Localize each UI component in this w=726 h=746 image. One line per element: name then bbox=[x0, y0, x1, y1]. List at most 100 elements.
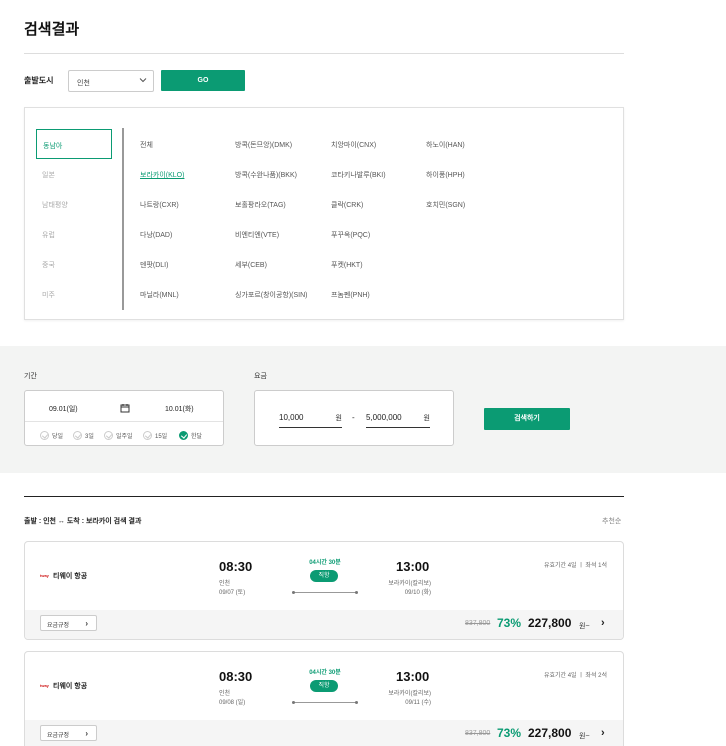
arrival-city: 보라카이(칼리보) bbox=[388, 691, 431, 697]
direct-badge: 직항 bbox=[310, 680, 338, 692]
destination-link[interactable]: 푸켓(HKT) bbox=[331, 260, 363, 270]
sale-price: 227,800 bbox=[528, 726, 572, 740]
flight-card[interactable]: tway 티웨이 항공 08:30 인천 09/07 (토) 04시간 30분 … bbox=[24, 541, 624, 640]
calendar-icon[interactable] bbox=[120, 403, 130, 413]
validity-seats: 유효기간 4일 ㅣ 좌석 2석 bbox=[543, 673, 607, 679]
destination-link[interactable]: 치앙마이(CNX) bbox=[331, 140, 376, 150]
departure-date: 09/07 (토) bbox=[219, 590, 246, 596]
period-option-label: 한달 bbox=[191, 434, 203, 440]
original-price: 837,800 bbox=[465, 730, 491, 737]
period-option-label: 3일 bbox=[85, 434, 94, 440]
route-line bbox=[292, 701, 358, 704]
region-tab-europe[interactable]: 유럽 bbox=[36, 219, 112, 249]
destination-link[interactable]: 보홀팡라오(TAG) bbox=[235, 200, 286, 210]
destination-link[interactable]: 덴팟(DLI) bbox=[140, 260, 168, 270]
sale-price: 227,800 bbox=[528, 616, 572, 630]
period-option-week[interactable]: 일주일 bbox=[104, 431, 133, 440]
period-option-15-days[interactable]: 15일 bbox=[143, 431, 167, 440]
chevron-right-icon[interactable]: › bbox=[601, 727, 605, 739]
destination-link[interactable]: 다낭(DAD) bbox=[140, 230, 172, 240]
check-icon bbox=[73, 431, 82, 440]
price-separator: - bbox=[352, 413, 355, 422]
destination-link-selected[interactable]: 보라카이(KLO) bbox=[140, 170, 184, 180]
flight-card[interactable]: tway 티웨이 항공 08:30 인천 09/08 (일) 04시간 30분 … bbox=[24, 651, 624, 746]
period-option-label: 15일 bbox=[155, 434, 168, 440]
chevron-right-icon: › bbox=[85, 729, 88, 738]
arrival-time: 13:00 bbox=[396, 669, 430, 684]
discount-rate: 73% bbox=[497, 726, 522, 740]
region-tab-china[interactable]: 중국 bbox=[36, 249, 112, 279]
airline-name: 티웨이 항공 bbox=[53, 573, 88, 580]
chevron-right-icon[interactable]: › bbox=[601, 617, 605, 629]
arrival-time: 13:00 bbox=[396, 559, 430, 574]
price-unit: 원~ bbox=[579, 623, 590, 630]
destination-link[interactable]: 나트랑(CXR) bbox=[140, 200, 179, 210]
destination-link[interactable]: 비엔티엔(VTE) bbox=[235, 230, 279, 240]
results-divider bbox=[24, 496, 624, 497]
arrival-city: 보라카이(칼리보) bbox=[388, 581, 431, 587]
min-price-input[interactable]: 10,000 원 bbox=[279, 413, 342, 428]
fare-rules-label: 요금규정 bbox=[47, 733, 70, 739]
fare-rules-button[interactable]: 요금규정 › bbox=[40, 725, 97, 741]
airline-name: 티웨이 항공 bbox=[53, 683, 88, 690]
destination-link[interactable]: 호치민(SGN) bbox=[426, 200, 465, 210]
departure-city-select[interactable]: 인천 bbox=[68, 70, 154, 92]
price-range: 10,000 원 - 5,000,000 원 bbox=[254, 390, 454, 446]
destination-link[interactable]: 전체 bbox=[140, 140, 153, 150]
destination-link[interactable]: 방콕(수완나품)(BKK) bbox=[235, 170, 297, 180]
region-divider bbox=[122, 128, 124, 310]
flight-duration: 04시간 30분 bbox=[309, 670, 341, 676]
currency-unit: 원 bbox=[335, 415, 342, 422]
chevron-down-icon bbox=[139, 78, 147, 83]
region-tab-south-pacific[interactable]: 남태평양 bbox=[36, 189, 112, 219]
departure-date: 09/08 (일) bbox=[219, 700, 246, 706]
check-icon bbox=[179, 431, 188, 440]
period-option-label: 일주일 bbox=[116, 434, 133, 440]
currency-unit: 원 bbox=[423, 415, 430, 422]
destination-link[interactable]: 하이퐁(HPH) bbox=[426, 170, 465, 180]
check-icon bbox=[40, 431, 49, 440]
destination-link[interactable]: 하노이(HAN) bbox=[426, 140, 465, 150]
destination-link[interactable]: 푸꾸옥(PQC) bbox=[331, 230, 370, 240]
region-tab-japan[interactable]: 일본 bbox=[36, 159, 112, 189]
region-tab-americas[interactable]: 미주 bbox=[36, 279, 112, 309]
arrival-date: 09/10 (화) bbox=[404, 590, 431, 596]
departure-time: 08:30 bbox=[219, 559, 253, 574]
destination-link[interactable]: 마닐라(MNL) bbox=[140, 290, 179, 300]
title-divider bbox=[24, 53, 624, 54]
check-icon bbox=[104, 431, 113, 440]
check-icon bbox=[143, 431, 152, 440]
fare-rules-button[interactable]: 요금규정 › bbox=[40, 615, 97, 631]
destination-link[interactable]: 싱가포르(창이공항)(SIN) bbox=[235, 290, 308, 300]
region-tab-southeast-asia[interactable]: 동남아 bbox=[36, 129, 112, 159]
discount-rate: 73% bbox=[497, 616, 522, 630]
period-option-same-day[interactable]: 당일 bbox=[40, 431, 63, 440]
route-line bbox=[292, 591, 358, 594]
destination-link[interactable]: 클락(CRK) bbox=[331, 200, 363, 210]
destination-link[interactable]: 방콕(돈므앙)(DMK) bbox=[235, 140, 292, 150]
max-price-input[interactable]: 5,000,000 원 bbox=[366, 413, 430, 428]
go-button[interactable]: GO bbox=[161, 70, 245, 91]
max-price-value: 5,000,000 bbox=[366, 413, 402, 422]
sort-option[interactable]: 추천순 bbox=[602, 516, 621, 526]
min-price-value: 10,000 bbox=[279, 413, 304, 422]
price-label: 요금 bbox=[254, 373, 267, 380]
price-unit: 원~ bbox=[579, 733, 590, 740]
destination-link[interactable]: 세부(CEB) bbox=[235, 260, 267, 270]
destination-link[interactable]: 코타키나발루(BKI) bbox=[331, 170, 386, 180]
destination-link[interactable]: 프놈펜(PNH) bbox=[331, 290, 370, 300]
direct-badge: 직항 bbox=[310, 570, 338, 582]
departure-city: 인천 bbox=[219, 691, 231, 697]
card-footer: 요금규정 › 837,800 73% 227,800 원~ › bbox=[25, 720, 623, 746]
period-label: 기간 bbox=[24, 373, 37, 380]
period-option-3-days[interactable]: 3일 bbox=[73, 431, 94, 440]
start-date[interactable]: 09.01(일) bbox=[49, 404, 78, 414]
airline-logo: tway bbox=[40, 683, 49, 688]
validity-seats: 유효기간 4일 ㅣ 좌석 1석 bbox=[543, 563, 607, 569]
period-option-month[interactable]: 한달 bbox=[179, 431, 202, 440]
search-button[interactable]: 검색하기 bbox=[484, 408, 570, 430]
arrival-date: 09/11 (수) bbox=[405, 700, 431, 706]
results-title: 출발 : 인천 ↔ 도착 : 보라카이 검색 결과 bbox=[24, 518, 142, 525]
end-date[interactable]: 10.01(화) bbox=[165, 404, 194, 414]
original-price: 837,800 bbox=[465, 620, 491, 627]
